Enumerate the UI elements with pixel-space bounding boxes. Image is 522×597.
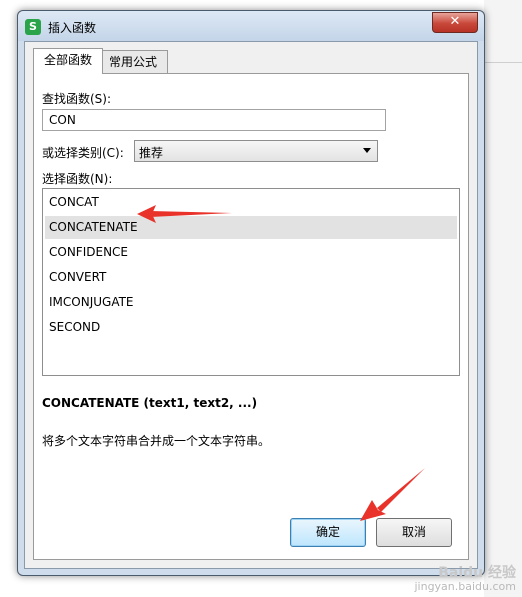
list-item-concat[interactable]: CONCAT — [45, 191, 457, 214]
search-input[interactable]: CON — [42, 109, 386, 131]
watermark-url: jingyan.baidu.com — [414, 580, 516, 593]
function-signature: CONCATENATE (text1, text2, ...) — [42, 396, 258, 410]
list-item-confidence[interactable]: CONFIDENCE — [45, 241, 457, 264]
background-sheet-edge — [484, 0, 522, 597]
insert-function-dialog: S 插入函数 ✕ 全部函数 常用公式 查找函数(S): CON 或选择类别(C)… — [17, 10, 485, 576]
ok-button[interactable]: 确定 — [290, 518, 366, 547]
tab-common-formulas[interactable]: 常用公式 — [98, 50, 169, 73]
category-selected-value: 推荐 — [139, 146, 164, 160]
cancel-button[interactable]: 取消 — [376, 518, 452, 547]
tab-all-functions[interactable]: 全部函数 — [33, 48, 104, 74]
baidu-watermark: Baidu 经验 jingyan.baidu.com — [414, 565, 516, 593]
close-button[interactable]: ✕ — [432, 12, 478, 33]
search-label: 查找函数(S): — [42, 92, 112, 106]
list-item-second[interactable]: SECOND — [45, 316, 457, 339]
category-label: 或选择类别(C): — [42, 146, 124, 160]
dialog-title: 插入函数 — [48, 21, 97, 35]
function-list[interactable]: CONCAT CONCATENATE CONFIDENCE CONVERT IM… — [42, 188, 460, 376]
function-list-label: 选择函数(N): — [42, 172, 113, 186]
watermark-brand: Baidu 经验 — [438, 565, 516, 581]
list-item-imconjugate[interactable]: IMCONJUGATE — [45, 291, 457, 314]
list-item-convert[interactable]: CONVERT — [45, 266, 457, 289]
tab-panel-all-functions: 查找函数(S): CON 或选择类别(C): 推荐 选择函数(N): CONCA… — [33, 73, 469, 560]
sheet-gridline — [484, 62, 522, 63]
list-item-concatenate[interactable]: CONCATENATE — [45, 216, 457, 239]
title-bar[interactable]: S 插入函数 ✕ — [18, 11, 484, 41]
category-select[interactable]: 推荐 — [134, 140, 378, 162]
function-description: 将多个文本字符串合并成一个文本字符串。 — [42, 434, 271, 448]
wps-app-icon: S — [25, 19, 41, 35]
chevron-down-icon — [363, 148, 371, 153]
dialog-body: 全部函数 常用公式 查找函数(S): CON 或选择类别(C): 推荐 选择函数… — [24, 41, 478, 569]
